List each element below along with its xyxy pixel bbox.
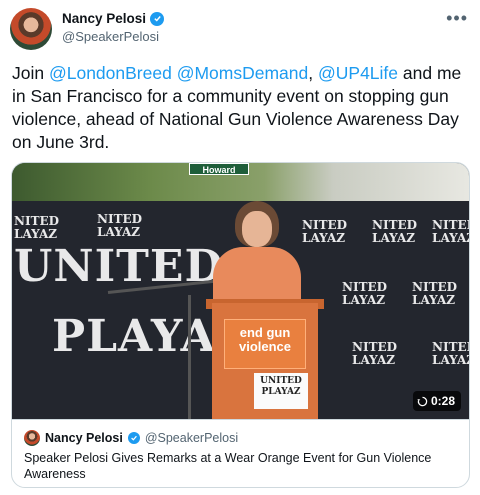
quoted-handle[interactable]: @SpeakerPelosi — [145, 431, 238, 445]
author-handle[interactable]: @SpeakerPelosi — [62, 29, 164, 44]
podium-logo-line2: PLAYAZ — [261, 387, 301, 397]
backdrop-text: NITEDLAYAZ — [432, 218, 469, 245]
more-horizontal-icon[interactable]: ••• — [446, 8, 468, 29]
backdrop-text-bottom: LAYAZ — [97, 225, 141, 239]
backdrop-text-top: NITED — [97, 212, 143, 226]
mention-link[interactable]: @UP4Life — [318, 63, 398, 83]
replay-icon — [417, 396, 428, 406]
backdrop-text-top: NITED — [372, 218, 418, 232]
backdrop-text-top: NITED — [342, 280, 388, 294]
quoted-tweet[interactable]: Nancy Pelosi @SpeakerPelosi Speaker Pelo… — [12, 419, 469, 487]
backdrop-text-top: NITED — [432, 340, 469, 354]
backdrop-text-bottom: LAYAZ — [352, 353, 396, 367]
backdrop-text-top: NITED — [302, 218, 348, 232]
backdrop-text: NITEDLAYAZ — [302, 219, 347, 245]
backdrop-text: NITEDLAYAZ — [14, 215, 59, 241]
street-sign: Howard — [189, 163, 249, 175]
tweet-text-segment: Join — [12, 63, 49, 83]
backdrop-text-bottom: LAYAZ — [302, 231, 346, 245]
video-player[interactable]: Howard NITED LAYAZ NITED LAYAZ NITED LAYAZ … — [12, 163, 469, 419]
backdrop-text-top: NITED — [412, 280, 458, 294]
backdrop-text-top: NITED — [352, 340, 398, 354]
backdrop-text-bottom: LAYAZ — [372, 231, 416, 245]
backdrop-text-bottom: LAYAZ — [14, 227, 58, 241]
mention-link[interactable]: @MomsDemand — [177, 63, 309, 83]
mic-pole — [188, 295, 191, 419]
podium-sign-line2: violence — [238, 339, 292, 354]
quoted-tweet-header: Nancy Pelosi @SpeakerPelosi — [24, 430, 459, 446]
backdrop-text-bottom: LAYAZ — [342, 293, 386, 307]
quoted-display-name[interactable]: Nancy Pelosi — [45, 431, 123, 445]
tweet-text: Join @LondonBreed @MomsDemand, @UP4Life … — [12, 62, 468, 154]
tweet-text-segment: , — [308, 63, 318, 83]
backdrop-text-top: NITED — [432, 218, 469, 232]
backdrop-text-bottom: LAYAZ — [432, 231, 469, 245]
verified-badge-icon — [150, 11, 165, 26]
duration-text: 0:28 — [430, 394, 455, 408]
quoted-text: Speaker Pelosi Gives Remarks at a Wear O… — [24, 451, 432, 481]
backdrop-text: NITEDLAYAZ — [372, 219, 417, 245]
podium-logo: UNITED PLAYAZ — [254, 373, 308, 409]
backdrop-text: NITEDLAYAZ — [97, 213, 142, 239]
backdrop-text: NITEDLAYAZ — [412, 281, 457, 307]
author-names: Nancy Pelosi @SpeakerPelosi — [62, 11, 165, 44]
backdrop-text: NITEDLAYAZ — [432, 340, 469, 367]
backdrop-text-top: NITED — [14, 214, 60, 228]
mention-link[interactable]: @LondonBreed — [49, 63, 172, 83]
speaker-face — [242, 211, 272, 247]
backdrop-text-bottom: LAYAZ — [412, 293, 456, 307]
podium-logo-line1: UNITED — [260, 376, 302, 386]
backdrop-text: NITEDLAYAZ — [342, 281, 387, 307]
media-card[interactable]: Howard NITED LAYAZ NITED LAYAZ NITED LAYAZ … — [11, 162, 470, 488]
author-display-name[interactable]: Nancy Pelosi — [62, 11, 165, 26]
tweet-header: Nancy Pelosi @SpeakerPelosi ••• — [10, 8, 470, 50]
author-name-text[interactable]: Nancy Pelosi — [62, 11, 146, 26]
podium-sign: end gun violence — [224, 319, 306, 369]
backdrop-text: NITEDLAYAZ — [352, 341, 397, 367]
avatar[interactable] — [10, 8, 52, 50]
duration-badge: 0:28 — [412, 391, 461, 411]
podium-sign-line1: end gun — [239, 325, 291, 340]
backdrop-text-bottom: LAYAZ — [432, 353, 469, 367]
verified-badge-icon — [127, 432, 140, 444]
quoted-avatar[interactable] — [24, 430, 40, 446]
